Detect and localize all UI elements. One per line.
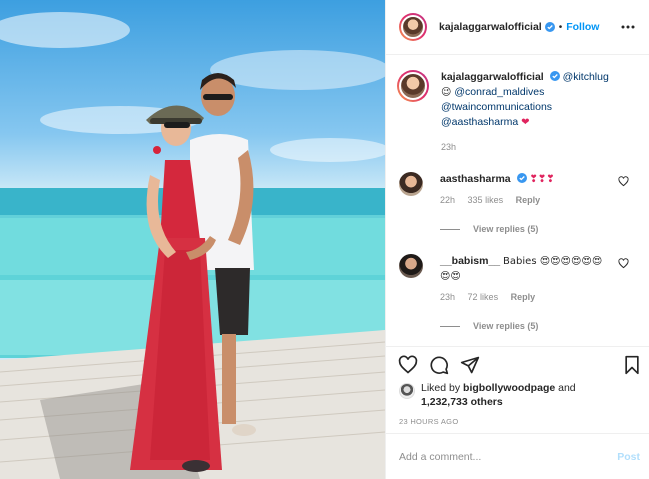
photo-scene [0,12,385,479]
instagram-post: kajalaggarwalofficial • Follow kajalagga… [0,0,649,479]
verified-badge-icon [516,173,527,183]
follow-button[interactable]: Follow [566,21,599,33]
wink-emoji: 😉 [441,87,452,98]
paper-plane-icon[interactable] [460,355,480,375]
likes-summary: Liked by bigbollywoodpage and 1,232,733 … [399,381,576,409]
add-comment-bar: Post [386,433,649,479]
heart-icon[interactable] [398,355,418,375]
comment-meta: 23h 72 likes Reply [440,290,610,305]
view-replies-button[interactable]: View replies (5) [440,224,538,234]
reply-button[interactable]: Reply [516,195,541,205]
reply-button[interactable]: Reply [511,292,536,302]
comment-likes[interactable]: 72 likes [468,292,499,302]
mention-kitchlug[interactable]: @kitchlug [563,71,609,83]
comment-bubble-icon[interactable] [429,355,449,375]
commenter-avatar[interactable] [399,172,423,196]
comment-body: aasthasharma ❣❣❣ 22h 335 likes Reply [440,172,610,208]
mention-aasthasharma[interactable]: @aasthasharma [441,116,518,128]
post-comment-button[interactable]: Post [617,451,640,463]
post-header: kajalaggarwalofficial • Follow [386,0,649,55]
liker-username[interactable]: bigbollywoodpage [463,382,555,394]
view-replies-button[interactable]: View replies (5) [440,321,538,331]
view-replies-line [440,228,460,230]
comment-text: ❣❣❣ [529,174,555,185]
comment-time[interactable]: 23h [440,292,455,302]
comment-item: __babism__ Babies 😍😍😍😍😍😍😍😍 23h 72 likes … [399,254,639,305]
likes-connector: and [558,382,576,394]
author-username[interactable]: kajalaggarwalofficial [439,21,542,33]
comment-meta: 22h 335 likes Reply [440,193,610,208]
comment-like-icon[interactable] [618,258,629,269]
comment-likes[interactable]: 335 likes [468,195,504,205]
commenter-username[interactable]: aasthasharma [440,173,511,185]
caption-username[interactable]: kajalaggarwalofficial [441,71,544,83]
heart-emoji: ❤ [521,117,530,128]
mention-twaincommunications[interactable]: @twaincommunications [441,101,552,113]
author-avatar[interactable] [399,13,427,41]
bookmark-icon[interactable] [622,355,642,375]
caption-author-avatar[interactable] [397,70,429,102]
commenter-username[interactable]: __babism__ [440,255,500,267]
mention-conrad-maldives[interactable]: @conrad_maldives [454,86,544,98]
comment-time[interactable]: 22h [440,195,455,205]
more-options-icon[interactable] [620,19,636,35]
comment-input[interactable] [399,450,618,463]
comment-item: aasthasharma ❣❣❣ 22h 335 likes Reply [399,172,639,208]
liker-avatar[interactable] [399,383,415,399]
caption-text: kajalaggarwalofficial @kitchlug 😉 @conra… [441,70,641,130]
post-caption: kajalaggarwalofficial @kitchlug 😉 @conra… [397,70,641,130]
post-actions: Liked by bigbollywoodpage and 1,232,733 … [386,346,649,426]
comment-like-icon[interactable] [618,176,629,187]
post-photo[interactable] [0,0,385,479]
caption-timestamp[interactable]: 23h [441,142,456,152]
post-side-panel: kajalaggarwalofficial • Follow kajalagga… [385,0,649,479]
comments-section[interactable]: kajalaggarwalofficial @kitchlug 😉 @conra… [386,56,649,346]
verified-badge-icon [544,22,555,32]
likes-prefix: Liked by [421,382,461,394]
verified-badge-icon [549,71,560,81]
post-timestamp[interactable]: 23 HOURS AGO [399,417,458,426]
view-replies-line [440,325,460,327]
header-separator: • [558,21,563,33]
commenter-avatar[interactable] [399,254,423,278]
comment-body: __babism__ Babies 😍😍😍😍😍😍😍😍 23h 72 likes … [440,254,610,305]
likes-count[interactable]: 1,232,733 others [421,396,503,408]
